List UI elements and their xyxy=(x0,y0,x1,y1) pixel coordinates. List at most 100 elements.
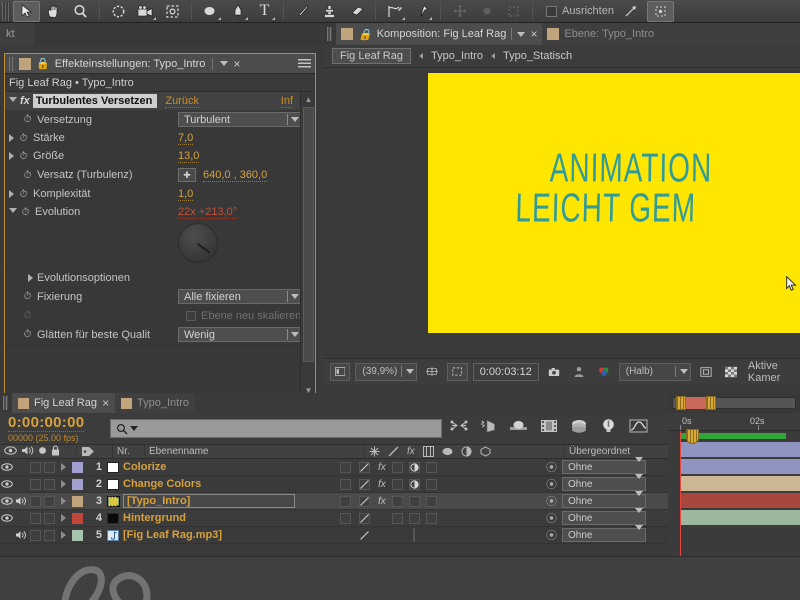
draft-3d-icon[interactable] xyxy=(480,419,497,433)
always-preview-icon[interactable] xyxy=(330,362,351,381)
tab-layer[interactable]: Ebene: Typo_Intro xyxy=(542,23,660,45)
grid-icon[interactable] xyxy=(422,363,442,381)
eye-icon[interactable] xyxy=(4,445,17,458)
layer-color-chip[interactable] xyxy=(70,478,85,490)
lock-toggle[interactable] xyxy=(42,478,56,490)
close-icon[interactable]: × xyxy=(102,396,109,410)
position-picker-icon[interactable]: ✚ xyxy=(178,168,196,182)
timeline-timecode[interactable]: 0:00:00:00 xyxy=(8,414,85,432)
fx-switch[interactable]: fx xyxy=(378,479,386,490)
chevron-down-icon[interactable] xyxy=(130,426,138,431)
threed-switch[interactable] xyxy=(426,495,437,507)
parent-select[interactable]: Ohne xyxy=(562,490,646,508)
zoom-tool[interactable] xyxy=(67,1,94,22)
parent-pickwhip-icon[interactable]: ⦿ xyxy=(546,493,557,509)
expand-triangle-icon[interactable] xyxy=(56,463,70,471)
disclosure-triangle-icon[interactable] xyxy=(9,96,17,106)
eraser-tool[interactable] xyxy=(343,1,370,22)
breadcrumb-item-0[interactable]: Fig Leaf Rag xyxy=(332,48,411,64)
threed-switch[interactable] xyxy=(426,478,437,490)
track-bar-layer-5[interactable] xyxy=(680,510,800,525)
layer-color-chip[interactable] xyxy=(70,512,85,524)
pen-tool[interactable] xyxy=(224,1,251,22)
track-bar-layer-2[interactable] xyxy=(680,459,800,474)
pinning-dropdown[interactable]: Alle fixieren xyxy=(178,289,302,304)
parent-select[interactable]: Ohne xyxy=(562,524,646,542)
project-tab-partial[interactable]: kt xyxy=(0,23,34,45)
stopwatch-icon[interactable]: ⏱ xyxy=(18,151,29,162)
layer-name[interactable]: [Fig Leaf Rag.mp3] xyxy=(123,529,222,541)
evolution-dial[interactable] xyxy=(178,223,218,263)
property-row-offset[interactable]: ⏱ Versatz (Turbulenz) ✚ 640,0 , 360,0 xyxy=(5,165,315,185)
adjustment-switch[interactable] xyxy=(413,528,415,542)
transparency-grid-icon[interactable] xyxy=(721,363,741,381)
amount-value[interactable]: 7,0 xyxy=(178,132,194,145)
disclosure-triangle-icon[interactable] xyxy=(9,134,14,142)
solo-icon[interactable] xyxy=(38,446,47,458)
layer-name[interactable]: Change Colors xyxy=(123,478,201,490)
comp-tab-grip[interactable] xyxy=(327,27,332,41)
solo-toggle[interactable] xyxy=(28,529,42,541)
property-row-pinning[interactable]: ⏱ Fixierung Alle fixieren xyxy=(5,287,315,306)
type-tool[interactable]: T xyxy=(251,1,278,22)
layer-color-chip[interactable] xyxy=(70,529,85,541)
collapse-switch[interactable] xyxy=(359,461,370,473)
composition-viewer[interactable]: ANIMATION LEICHT GEM xyxy=(324,68,800,358)
hand-tool[interactable] xyxy=(40,1,67,22)
composition-canvas[interactable]: ANIMATION LEICHT GEM xyxy=(428,73,800,333)
dot-icon[interactable] xyxy=(473,1,500,22)
evolution-value[interactable]: 22x +213,0° xyxy=(178,206,238,219)
parent-pickwhip-icon[interactable]: ⦿ xyxy=(546,459,557,475)
collapse-switch[interactable] xyxy=(359,530,370,541)
composition-mini-flowchart-icon[interactable] xyxy=(450,419,468,432)
disclosure-triangle-icon[interactable] xyxy=(9,207,17,217)
layer-name[interactable]: Hintergrund xyxy=(123,512,186,524)
parent-pickwhip-icon[interactable]: ⦿ xyxy=(546,510,557,526)
parent-select[interactable]: Ohne xyxy=(562,507,646,525)
visibility-toggle[interactable] xyxy=(0,514,14,522)
layer-stack-icon[interactable] xyxy=(570,419,588,433)
shy-switch[interactable] xyxy=(340,495,351,507)
layer-color-chip[interactable] xyxy=(70,495,85,507)
about-link[interactable]: Inf xyxy=(280,95,293,108)
lock-icon[interactable]: 🔒 xyxy=(358,28,372,41)
property-row-amount[interactable]: ⏱ Stärke 7,0 xyxy=(5,129,315,147)
collapse-switch[interactable] xyxy=(359,512,370,524)
visibility-toggle[interactable] xyxy=(0,497,14,505)
group-row-evolution-options[interactable]: Evolutionsoptionen xyxy=(5,268,315,287)
chevron-down-icon[interactable] xyxy=(220,61,229,66)
chevron-down-icon[interactable] xyxy=(517,31,526,37)
property-row-evolution[interactable]: ⏱ Evolution 22x +213,0° xyxy=(5,203,315,221)
shy-switch[interactable] xyxy=(340,478,351,490)
shy-switch[interactable] xyxy=(340,512,351,524)
track-bar-layer-3[interactable] xyxy=(680,476,800,491)
expand-triangle-icon[interactable] xyxy=(56,514,70,522)
audio-icon[interactable] xyxy=(21,445,34,459)
layer-name-header[interactable]: Ebenenname xyxy=(144,444,364,459)
panel-menu-icon[interactable] xyxy=(298,58,311,69)
offset-value[interactable]: 640,0 , 360,0 xyxy=(203,169,268,182)
lights-icon[interactable] xyxy=(600,418,617,433)
adjustment-switch[interactable] xyxy=(409,512,420,524)
target-icon[interactable] xyxy=(500,1,527,22)
motion-blur-switch[interactable] xyxy=(392,461,403,473)
close-icon[interactable]: × xyxy=(530,27,537,41)
tab-composition[interactable]: 🔒 Komposition: Fig Leaf Rag × xyxy=(336,23,543,45)
chevron-down-icon[interactable] xyxy=(406,369,415,374)
timeline-tab-grip[interactable] xyxy=(3,396,8,410)
solo-toggle[interactable] xyxy=(28,461,42,473)
effects-scrollbar[interactable]: ▲ ▼ xyxy=(300,92,315,397)
layer-name[interactable]: Colorize xyxy=(123,461,166,473)
scroll-up-icon[interactable]: ▲ xyxy=(301,92,315,106)
roto-brush-tool[interactable] xyxy=(381,1,408,22)
solo-toggle[interactable] xyxy=(28,495,42,507)
adjustment-switch[interactable] xyxy=(409,461,420,473)
layer-color-chip[interactable] xyxy=(70,461,85,473)
solo-toggle[interactable] xyxy=(28,478,42,490)
lock-toggle[interactable] xyxy=(42,495,56,507)
collapse-switch[interactable] xyxy=(359,478,370,490)
reset-link[interactable]: Zurück xyxy=(165,95,199,108)
tab-timeline-typo-intro[interactable]: Typo_Intro xyxy=(115,393,195,413)
motion-blur-switch[interactable] xyxy=(392,495,403,507)
disclosure-triangle-icon[interactable] xyxy=(28,273,33,282)
